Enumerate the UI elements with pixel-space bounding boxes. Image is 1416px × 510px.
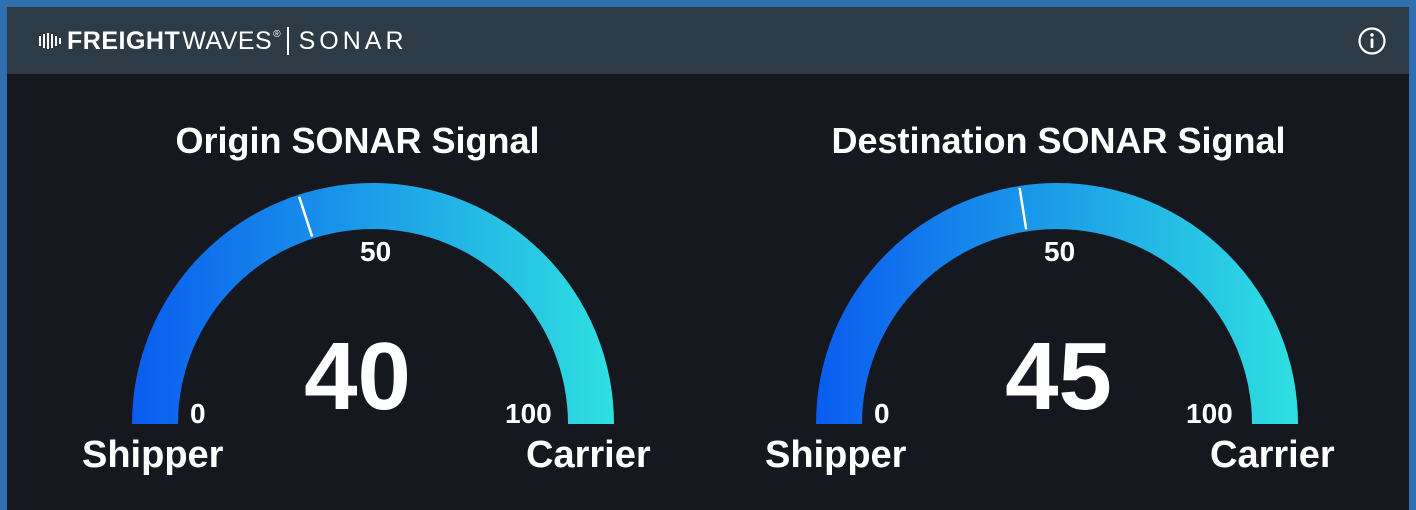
carrier-label: Carrier	[526, 434, 651, 476]
logo-bars-icon	[39, 33, 61, 49]
gauge-min-label: 0	[874, 398, 890, 429]
brand-trademark: ®	[273, 29, 281, 40]
shipper-label: Shipper	[765, 434, 907, 476]
gauge-value: 45	[1005, 323, 1112, 430]
gauge-mid-label: 50	[1044, 236, 1076, 267]
header-bar: FREIGHT WAVES ® SONAR	[7, 7, 1409, 74]
origin-gauge-panel: Origin SONAR Signal 40 0 50 100 Shipper …	[7, 74, 708, 510]
shipper-label: Shipper	[82, 434, 224, 476]
gauge-mid-label: 50	[360, 236, 392, 267]
brand-sonar: SONAR	[298, 26, 408, 55]
gauge-value: 40	[304, 323, 411, 430]
dashboard-frame: FREIGHT WAVES ® SONAR Origin SONAR Signa…	[7, 7, 1409, 510]
brand-freight: FREIGHT	[67, 26, 181, 55]
gauge-max-label: 100	[1186, 398, 1233, 429]
gauge-max-label: 100	[505, 398, 552, 429]
brand-waves: WAVES	[182, 26, 273, 55]
info-circle-icon[interactable]	[1357, 26, 1387, 56]
destination-gauge-panel: Destination SONAR Signal 45 0 50 100 Shi…	[708, 74, 1409, 510]
gauge-min-label: 0	[190, 398, 206, 429]
freightwaves-sonar-logo: FREIGHT WAVES ® SONAR	[39, 25, 408, 57]
brand-separator	[286, 27, 289, 55]
carrier-label: Carrier	[1210, 434, 1335, 476]
